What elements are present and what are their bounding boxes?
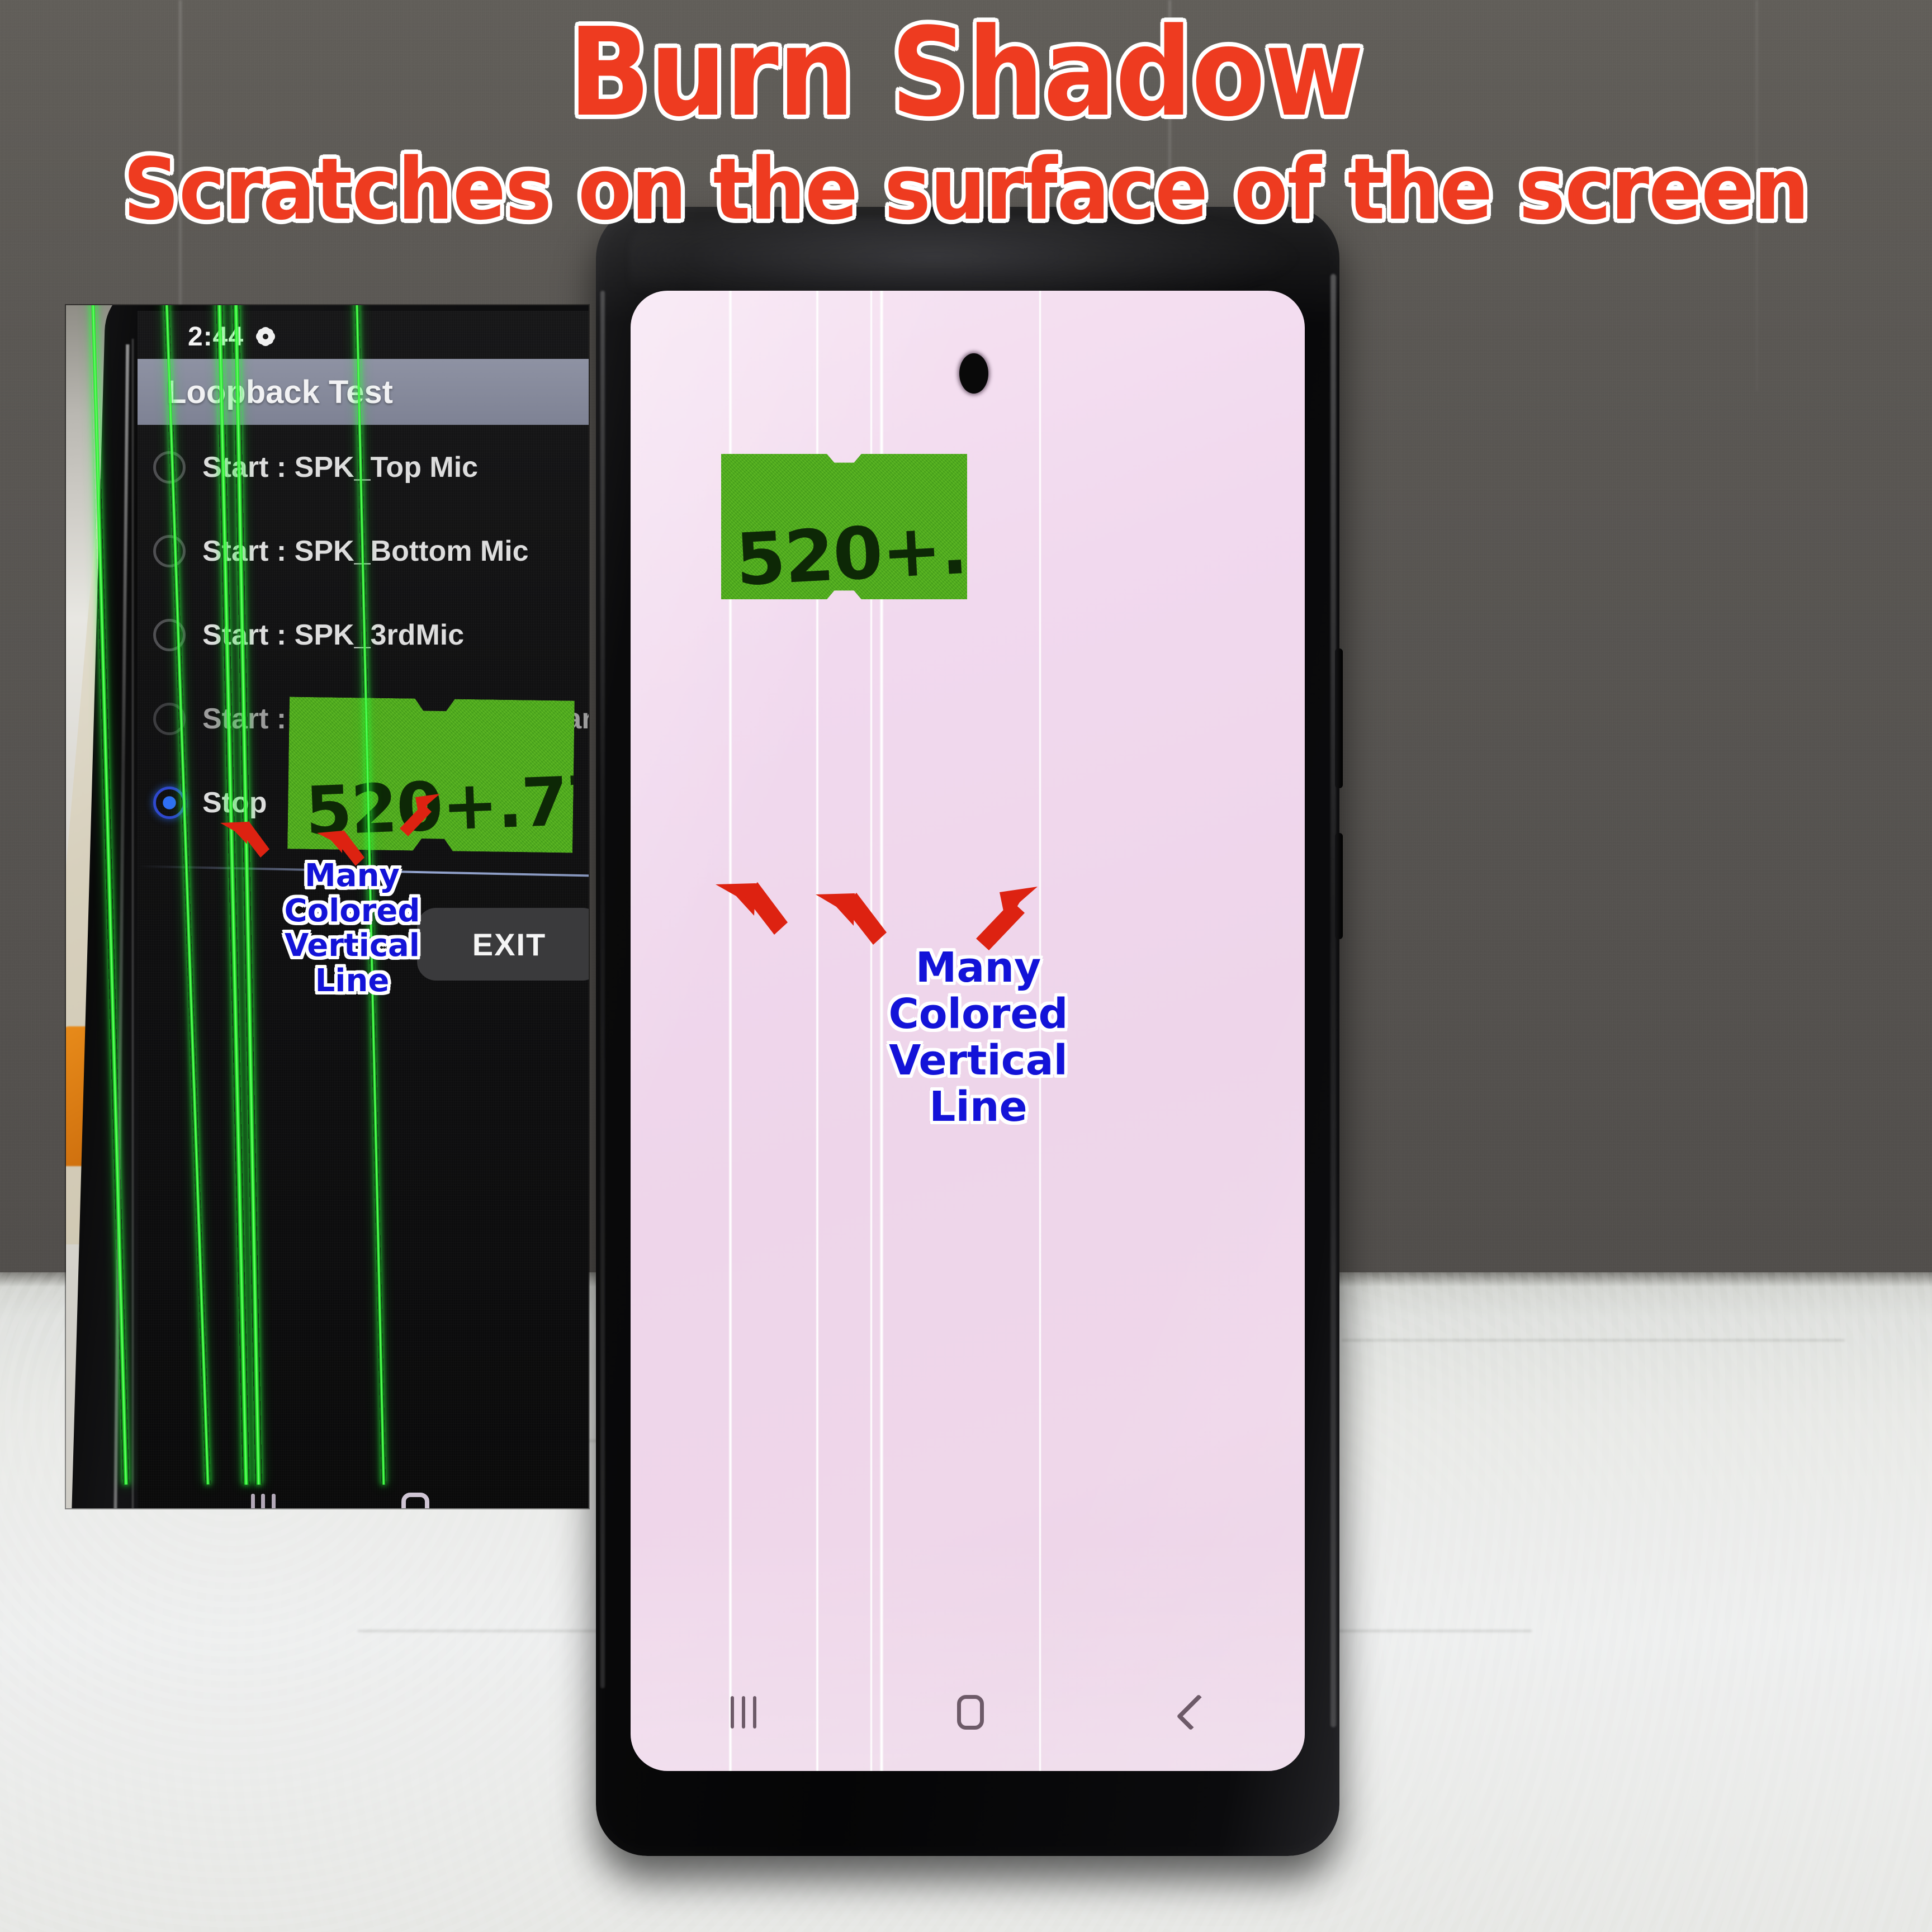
bezel-highlight-left [600,291,605,1688]
radio-option-row[interactable]: Stop [153,774,267,832]
exit-button-label: EXIT [472,926,547,962]
screenshot-canvas: 520+.77 Many Colored Vertical Line 2:44 … [0,0,1932,1932]
inset-app-bar: Loopback Test [138,359,589,425]
recents-icon[interactable] [250,1494,276,1508]
power-button[interactable] [1335,833,1343,939]
inset-photo: 2:44 Loopback Test Start : SPK_Top Mic S… [66,305,589,1508]
price-sticker-main: 520+.77 [721,454,967,599]
radio-option-label: Start : SPK_Bottom Mic [202,535,529,567]
annotation-label-inset: Many Colored Vertical Line [284,858,420,1000]
front-camera-punch-hole [959,353,988,394]
radio-button[interactable] [153,535,186,567]
gear-icon [256,327,275,346]
bezel-highlight-right [1330,274,1336,1727]
home-icon[interactable] [956,1695,984,1730]
exit-button[interactable]: EXIT [417,908,589,981]
back-icon[interactable] [1176,1694,1213,1731]
inset-status-bar: 2:44 [138,315,589,358]
foam-seam [1342,1339,1845,1341]
price-sticker-inset: 520+.77 [287,697,575,853]
page-title: Burn Shadow [569,2,1364,144]
annotation-label-main: Many Colored Vertical Line [888,944,1068,1131]
radio-option-row[interactable]: Start : SPK_Bottom Mic [153,522,529,580]
inset-phone-edge-highlight-2 [132,339,134,1508]
radio-option-row[interactable]: Start : SPK_3rdMic [153,606,464,664]
page-subtitle: Scratches on the surface of the screen [123,140,1809,239]
recents-icon[interactable] [731,1696,757,1729]
radio-option-label: Start : SPK_Top Mic [202,451,479,484]
radio-option-label: Stop [202,787,267,819]
home-icon[interactable] [401,1493,429,1508]
radio-option-row[interactable]: Start : SPK_Top Mic [153,438,478,496]
volume-button[interactable] [1335,648,1343,788]
sticker-price-text: 520+.77 [304,761,589,851]
